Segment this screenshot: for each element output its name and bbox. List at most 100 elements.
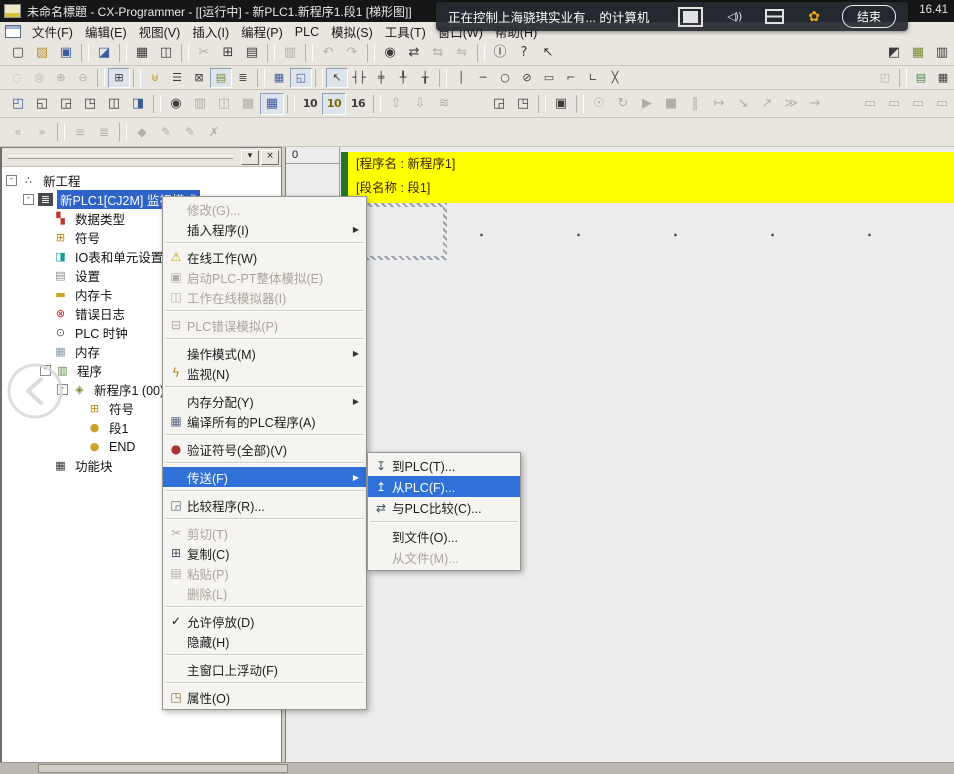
data-trace-button[interactable]: ▩ [236, 93, 260, 115]
contact-nc-button[interactable]: ╪ [370, 68, 392, 88]
menu-edit[interactable]: 编辑(E) [79, 21, 133, 42]
submenu-item-from-file[interactable]: 从文件(M)... [368, 547, 520, 568]
contact-or-no-button[interactable]: ╀ [392, 68, 414, 88]
print-button[interactable]: ▦ [130, 42, 154, 64]
force-on-button[interactable]: ⇧ [384, 93, 408, 115]
scrollbar-thumb[interactable] [38, 764, 288, 773]
protect-button[interactable]: ◰ [874, 68, 896, 88]
zoom-tool-button[interactable]: ◌ [6, 68, 28, 88]
paste-special-button[interactable]: ▥ [278, 42, 302, 64]
tree-expand-icon[interactable] [40, 309, 49, 318]
menu-item-paste[interactable]: ▤ 粘贴(P) [163, 563, 366, 583]
pause-monitor-button[interactable]: ▥ [188, 93, 212, 115]
delete-horizontal-button[interactable]: ∟ [582, 68, 604, 88]
tree-expand-icon[interactable] [40, 328, 49, 337]
select-tool-button[interactable]: ↖ [326, 68, 348, 88]
delete-rung-button[interactable]: ╳ [604, 68, 626, 88]
coil-button[interactable]: ○ [494, 68, 516, 88]
menu-item-verify-symbols-all[interactable]: ● 验证符号(全部)(V) [163, 439, 366, 459]
change-all-button[interactable]: ⇆ [426, 42, 450, 64]
delete-vertical-button[interactable]: ⌐ [560, 68, 582, 88]
sunflower-icon[interactable]: ✿ [808, 9, 820, 25]
monitor-signed-decimal-button[interactable]: 10 [322, 93, 346, 115]
io-unit-button[interactable]: ▦ [932, 68, 954, 88]
indent-left-button[interactable]: « [6, 121, 30, 143]
find-button[interactable]: ◉ [378, 42, 402, 64]
submenu-item-from-plc[interactable]: ↥ 从PLC(F)... [368, 476, 520, 497]
rung-comment-list-button[interactable]: ≡ [68, 121, 92, 143]
tree-expand-icon[interactable] [40, 214, 49, 223]
tree-panel-close-button[interactable]: × [261, 150, 279, 165]
memory-view2-button[interactable]: ▭ [882, 93, 906, 115]
toolbox-icon[interactable] [765, 9, 784, 24]
save-project-button[interactable]: ▣ [54, 42, 78, 64]
tree-panel-menu-button[interactable]: ▾ [241, 150, 259, 165]
tree-expand-icon[interactable] [40, 461, 49, 470]
menu-item-monitor[interactable]: ϟ 监视(N) [163, 363, 366, 383]
memory-view-button[interactable]: ▭ [858, 93, 882, 115]
force-off-button[interactable]: ⇩ [408, 93, 432, 115]
reset-pen-button[interactable]: ✎ [178, 121, 202, 143]
tree-expand-icon[interactable] [74, 404, 83, 413]
menu-item-copy[interactable]: ⊞ 复制(C) [163, 543, 366, 563]
sim-play-button[interactable]: ▶ [635, 93, 659, 115]
menu-insert[interactable]: 插入(I) [186, 21, 235, 42]
window-properties-button[interactable]: ◨ [126, 93, 150, 115]
horizontal-scrollbar[interactable] [0, 762, 954, 774]
sim-pause-button[interactable]: ‖ [683, 93, 707, 115]
differential-pen-button[interactable]: ◆ [130, 121, 154, 143]
time-chart-button[interactable]: ▦ [260, 93, 284, 115]
speaker-icon[interactable]: ◁)) [727, 10, 741, 23]
monitor-hex-button[interactable]: 16 [346, 93, 370, 115]
menu-plc[interactable]: PLC [289, 24, 325, 40]
monitor-find-button[interactable]: ◉ [164, 93, 188, 115]
menu-item-compile-all-plc-programs[interactable]: ▦ 编译所有的PLC程序(A) [163, 411, 366, 431]
tree-expand-icon[interactable] [40, 252, 49, 261]
window-crossref-button[interactable]: ◳ [78, 93, 102, 115]
pause-sim-button[interactable]: ☉ [587, 93, 611, 115]
cut-button[interactable]: ✂ [192, 42, 216, 64]
menu-item-delete[interactable]: 删除(L) [163, 583, 366, 603]
address-list-button[interactable]: ☰ [166, 68, 188, 88]
paste-button[interactable]: ▤ [240, 42, 264, 64]
tree-view-button[interactable]: ≣ [232, 68, 254, 88]
tree-expand-icon[interactable] [74, 423, 83, 432]
replace-button[interactable]: ⇄ [402, 42, 426, 64]
transfer-from-plc-toolbar-button[interactable]: ◳ [511, 93, 535, 115]
force-cancel-button[interactable]: ≋ [432, 93, 456, 115]
watch-window-button[interactable]: ◱ [290, 68, 312, 88]
redo-button[interactable]: ↷ [340, 42, 364, 64]
zoom-in-button[interactable]: ⊕ [50, 68, 72, 88]
symbol-bar-button[interactable]: ⊎ [144, 68, 166, 88]
coil-nc-button[interactable]: ⊘ [516, 68, 538, 88]
fullscreen-icon[interactable] [678, 7, 703, 27]
transfer-to-plc-toolbar-button[interactable]: ◲ [487, 93, 511, 115]
contact-or-nc-button[interactable]: ╁ [414, 68, 436, 88]
tree-expand-icon[interactable]: - [23, 194, 34, 205]
find-in-project-button[interactable]: ◪ [92, 42, 116, 64]
menu-item-float-on-main-window[interactable]: 主窗口上浮动(F) [163, 659, 366, 679]
undo-button[interactable]: ↶ [316, 42, 340, 64]
monitor-decimal-button[interactable]: 10 [298, 93, 322, 115]
io-table-toolbar-button[interactable]: ◩ [882, 42, 906, 64]
rung-header-banner[interactable]: [程序名 : 新程序1] [段名称 : 段1] [348, 152, 954, 203]
menu-file[interactable]: 文件(F) [26, 21, 79, 42]
ladder-view-button[interactable]: ▤ [210, 68, 232, 88]
tree-expand-icon[interactable] [40, 271, 49, 280]
menu-item-cut[interactable]: ✂ 剪切(T) [163, 523, 366, 543]
indent-right-button[interactable]: » [30, 121, 54, 143]
help-button[interactable]: ? [512, 42, 536, 64]
menu-item-properties[interactable]: ◳ 属性(O) [163, 687, 366, 707]
step-run-button[interactable]: ↦ [707, 93, 731, 115]
window-watch-button[interactable]: ◲ [54, 93, 78, 115]
window-address-button[interactable]: ◫ [102, 93, 126, 115]
end-session-button[interactable]: 结束 [842, 5, 896, 28]
tree-expand-icon[interactable] [74, 442, 83, 451]
menu-item-plc-error-simulation[interactable]: ⊟ PLC错误模拟(P) [163, 315, 366, 335]
scan-run-button[interactable]: ↻ [611, 93, 635, 115]
step-out-button[interactable]: ↗ [755, 93, 779, 115]
online-edit-button[interactable]: ▣ [549, 93, 573, 115]
tree-expand-icon[interactable] [40, 290, 49, 299]
address-replace-button[interactable]: ⇋ [450, 42, 474, 64]
contact-no-button[interactable]: ┤├ [348, 68, 370, 88]
